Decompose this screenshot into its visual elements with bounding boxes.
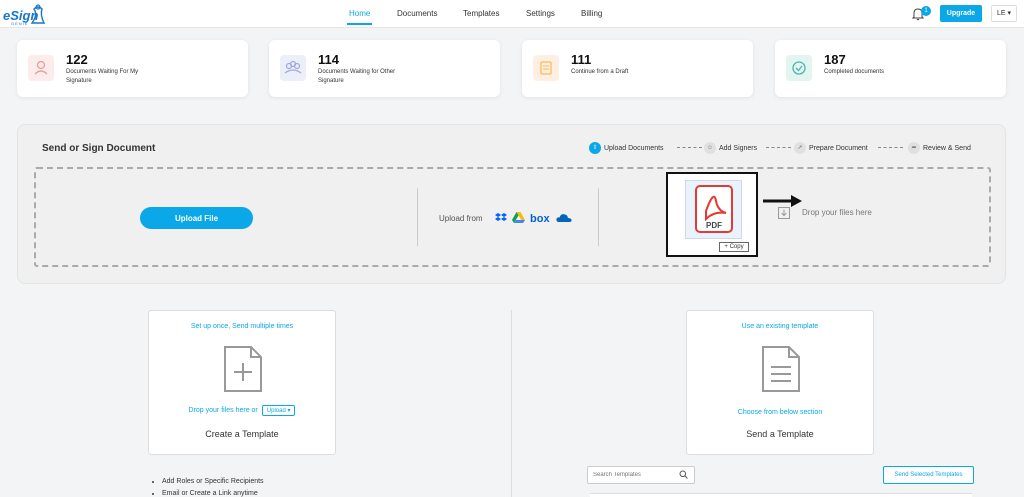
dragged-pdf-preview: PDF + Copy bbox=[666, 172, 758, 257]
check-circle-icon bbox=[786, 55, 812, 81]
nav-billing[interactable]: Billing bbox=[581, 9, 602, 18]
genie-lamp-icon bbox=[30, 4, 46, 24]
step-label: Upload Documents bbox=[604, 144, 664, 152]
dropbox-icon[interactable] bbox=[495, 212, 507, 224]
svg-text:box: box bbox=[530, 213, 550, 224]
create-template-card[interactable]: Set up once, Send multiple times Drop yo… bbox=[148, 310, 336, 455]
stat-label: Completed documents bbox=[824, 69, 885, 75]
drop-hint-text: Drop your files here or bbox=[188, 407, 258, 414]
stat-label: Continue from a Draft bbox=[571, 69, 629, 75]
send-section-title: Send or Sign Document bbox=[42, 143, 156, 154]
step-upload-documents[interactable]: ⇧ Upload Documents bbox=[589, 142, 664, 154]
nav-home[interactable]: Home bbox=[346, 9, 373, 25]
stat-value: 111 bbox=[571, 52, 592, 67]
step-divider bbox=[677, 147, 702, 148]
document-icon bbox=[762, 346, 800, 392]
user-step-icon: ☺ bbox=[704, 142, 716, 154]
section-divider bbox=[511, 310, 512, 497]
list-item: Add Roles or Specific Recipients bbox=[162, 478, 264, 485]
step-prepare-document[interactable]: ➚ Prepare Document bbox=[794, 142, 868, 154]
step-label: Add Signers bbox=[719, 144, 758, 152]
stat-value: 187 bbox=[824, 52, 846, 67]
stat-value: 114 bbox=[318, 52, 339, 67]
user-icon bbox=[28, 55, 54, 81]
upload-step-icon: ⇧ bbox=[589, 142, 601, 154]
copy-indicator: + Copy bbox=[719, 242, 749, 252]
users-group-icon bbox=[280, 55, 306, 81]
send-selected-templates-button[interactable]: Send Selected Templates bbox=[883, 466, 974, 484]
notification-badge: 1 bbox=[921, 6, 931, 16]
download-icon bbox=[778, 207, 790, 219]
add-document-icon bbox=[224, 346, 262, 392]
send-template-hint: Choose from below section bbox=[737, 409, 823, 416]
top-navbar: eSign GENIE Home Documents Templates Set… bbox=[0, 0, 1024, 28]
onedrive-icon[interactable] bbox=[556, 212, 572, 224]
send-or-sign-panel: Send or Sign Document ⇧ Upload Documents … bbox=[17, 124, 1006, 284]
arrow-right-icon bbox=[763, 195, 802, 207]
drop-files-label: Drop your files here bbox=[802, 208, 872, 217]
stat-label: Documents Waiting For My Signature bbox=[66, 69, 139, 84]
stat-card-waiting-my-signature[interactable]: 122 Documents Waiting For My Signature bbox=[17, 40, 248, 97]
list-item: Email or Create a Link anytime bbox=[162, 490, 264, 497]
create-template-tagline: Set up once, Send multiple times bbox=[190, 323, 294, 330]
step-divider bbox=[878, 147, 903, 148]
step-label: Review & Send bbox=[923, 144, 971, 152]
send-template-title: Send a Template bbox=[746, 429, 814, 439]
upgrade-button[interactable]: Upgrade bbox=[940, 5, 982, 22]
file-drop-zone[interactable]: Upload File Upload from box PDF + Copy D… bbox=[34, 167, 991, 267]
stat-card-completed[interactable]: 187 Completed documents bbox=[775, 40, 1006, 97]
box-icon[interactable]: box bbox=[530, 212, 550, 224]
step-label: Prepare Document bbox=[809, 144, 868, 152]
step-add-signers[interactable]: ☺ Add Signers bbox=[704, 142, 757, 154]
esign-genie-logo[interactable]: eSign GENIE bbox=[3, 3, 51, 27]
create-template-title: Create a Template bbox=[205, 429, 279, 439]
template-features-list: Add Roles or Specific Recipients Email o… bbox=[152, 478, 264, 497]
templates-list bbox=[590, 493, 972, 497]
divider bbox=[598, 188, 599, 246]
stat-value: 122 bbox=[66, 52, 88, 67]
upload-dropdown-button[interactable]: Upload ▾ bbox=[261, 405, 296, 416]
search-icon[interactable] bbox=[679, 470, 688, 479]
logo-subtext: GENIE bbox=[11, 21, 29, 26]
pdf-file-icon: PDF bbox=[685, 180, 742, 239]
pdf-label: PDF bbox=[706, 221, 722, 230]
step-review-send[interactable]: ➦ Review & Send bbox=[908, 142, 971, 154]
step-divider bbox=[766, 147, 791, 148]
nav-documents[interactable]: Documents bbox=[397, 9, 437, 18]
upload-from-label: Upload from bbox=[439, 214, 483, 223]
stat-card-waiting-other-signature[interactable]: 114 Documents Waiting for Other Signatur… bbox=[269, 40, 500, 97]
upload-file-button[interactable]: Upload File bbox=[140, 207, 253, 229]
stat-label: Documents Waiting for Other Signature bbox=[318, 69, 396, 84]
user-menu-button[interactable]: LE ▾ bbox=[991, 5, 1017, 22]
send-step-icon: ➦ bbox=[908, 142, 920, 154]
send-template-card[interactable]: Use an existing template Choose from bel… bbox=[686, 310, 874, 455]
create-template-drop-hint: Drop your files here or Upload ▾ bbox=[149, 405, 335, 416]
google-drive-icon[interactable] bbox=[512, 212, 525, 224]
divider bbox=[417, 188, 418, 246]
nav-settings[interactable]: Settings bbox=[526, 9, 555, 18]
stat-card-draft[interactable]: 111 Continue from a Draft bbox=[522, 40, 753, 97]
nav-templates[interactable]: Templates bbox=[463, 9, 499, 18]
pointer-step-icon: ➚ bbox=[794, 142, 806, 154]
draft-document-icon bbox=[533, 55, 559, 81]
send-template-tagline: Use an existing template bbox=[741, 323, 819, 330]
